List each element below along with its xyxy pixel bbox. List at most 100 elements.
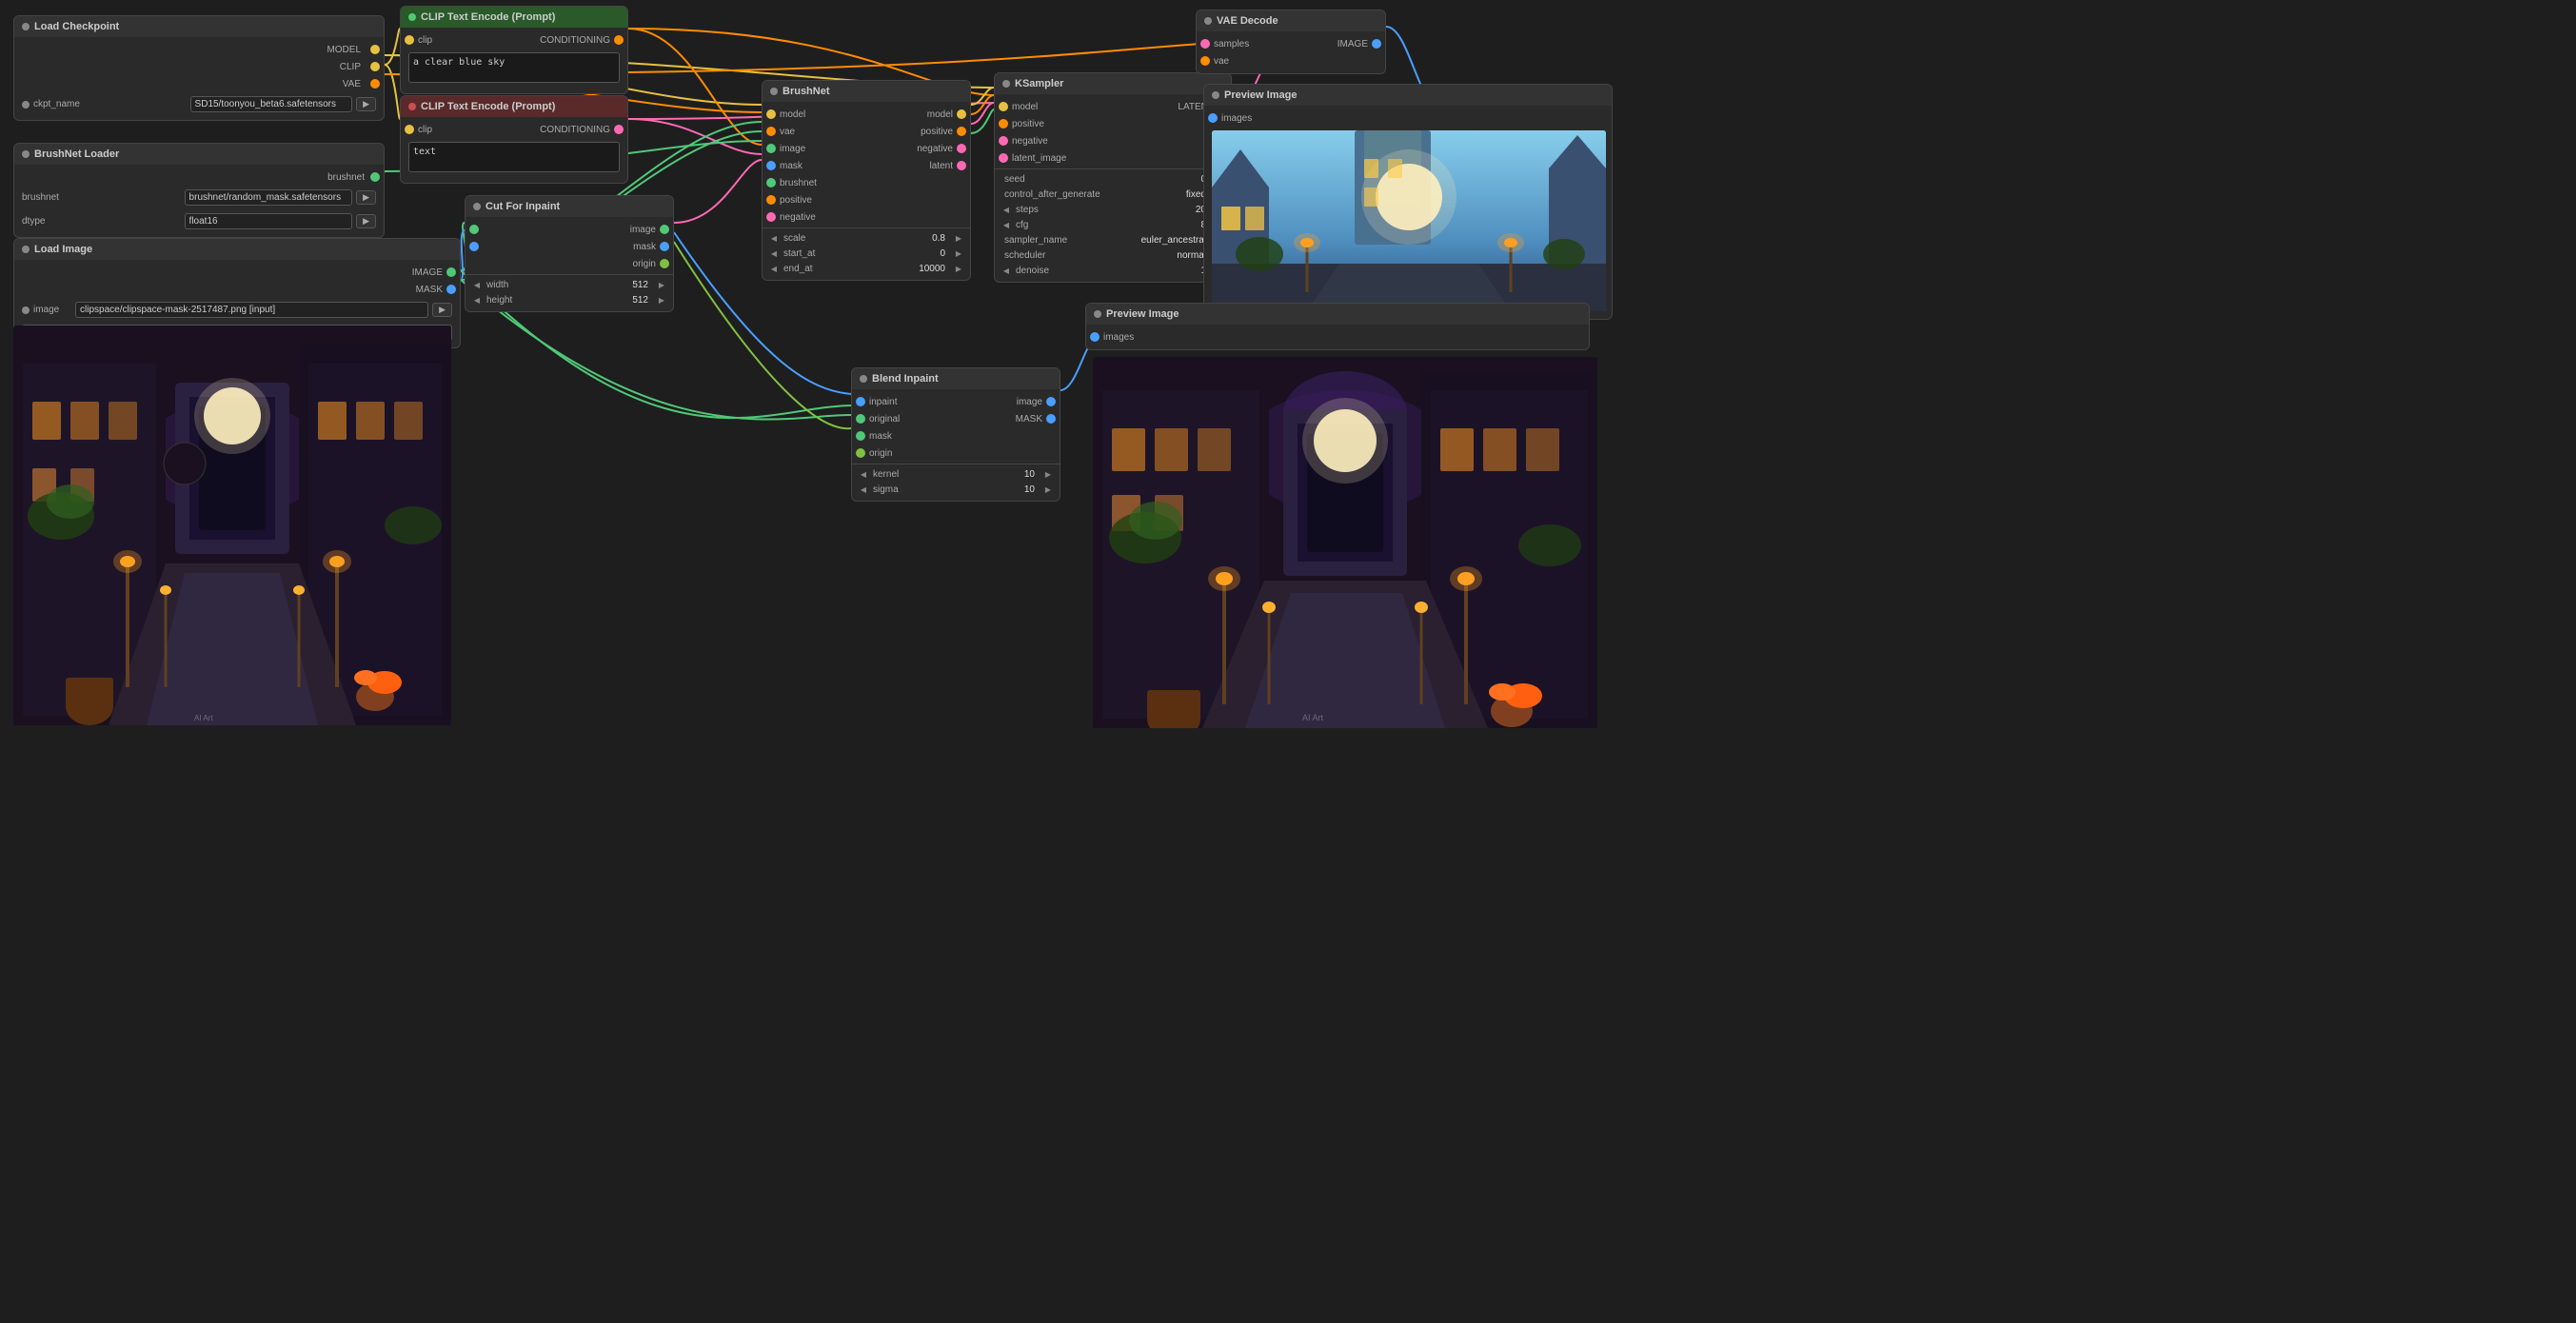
bn-negative-out-port[interactable] xyxy=(957,144,966,153)
clip-encode-2-cond-label: CONDITIONING xyxy=(540,125,610,135)
vd-vae-in-port[interactable] xyxy=(1200,56,1210,66)
bn-scale-row: ◀ scale 0.8 ▶ xyxy=(763,230,970,246)
ckpt-port[interactable] xyxy=(22,101,30,109)
model-output-port[interactable] xyxy=(370,45,380,54)
mask-output-label: MASK xyxy=(416,285,443,295)
ks-sampler-label: sampler_name xyxy=(1001,235,1101,246)
bi-image-out-port[interactable] xyxy=(1046,397,1056,406)
image-browse-btn[interactable]: ▶ xyxy=(432,303,452,317)
ks-latent-in-port[interactable] xyxy=(999,153,1008,163)
brushnet-output-port[interactable] xyxy=(370,172,380,182)
ks-positive-in-port[interactable] xyxy=(999,119,1008,128)
bn-brushnet-in-port[interactable] xyxy=(766,178,776,188)
vae-output-port[interactable] xyxy=(370,79,380,89)
bn-model-out-port[interactable] xyxy=(957,109,966,119)
ks-model-in-port[interactable] xyxy=(999,102,1008,111)
ks-model-in-label: model xyxy=(1012,102,1038,112)
start-left-arrow[interactable]: ◀ xyxy=(768,247,780,259)
ckpt-browse-btn[interactable]: ▶ xyxy=(356,97,376,111)
sigma-left-arrow[interactable]: ◀ xyxy=(858,484,869,495)
brushnet-body: model model vae positive xyxy=(763,102,970,280)
mask-output-port[interactable] xyxy=(446,285,456,294)
end-right-arrow[interactable]: ▶ xyxy=(953,263,964,274)
ks-seed-row: seed 0 ▶ xyxy=(995,171,1231,187)
width-value: 512 xyxy=(567,280,652,290)
bn-positive-in-port[interactable] xyxy=(766,195,776,205)
bn-negative-in-port[interactable] xyxy=(766,212,776,222)
clip-encode-1-clip-port[interactable] xyxy=(405,35,414,45)
width-right-arrow[interactable]: ▶ xyxy=(656,279,667,290)
node-ksampler: KSampler model LATENT positive negative xyxy=(994,72,1232,283)
ckpt-label: ckpt_name xyxy=(33,99,187,109)
bn-positive-out-port[interactable] xyxy=(957,127,966,136)
clip-encode-2-text[interactable]: text xyxy=(408,142,620,172)
vd-vae-in-label: vae xyxy=(1214,56,1229,67)
model-output-label: MODEL xyxy=(321,45,367,55)
vae-decode-title: VAE Decode xyxy=(1217,15,1278,27)
height-right-arrow[interactable]: ▶ xyxy=(656,294,667,306)
pt-images-in-label: images xyxy=(1221,113,1252,124)
bn-vae-in-port[interactable] xyxy=(766,127,776,136)
sigma-label: sigma xyxy=(873,484,950,495)
width-left-arrow[interactable]: ◀ xyxy=(471,279,483,290)
bi-inpaint-in-label: inpaint xyxy=(869,397,897,407)
pb-images-in-port[interactable] xyxy=(1090,332,1100,342)
brushnet-browse-btn[interactable]: ▶ xyxy=(356,190,376,205)
ks-denoise-left-arrow[interactable]: ◀ xyxy=(1001,265,1012,276)
kernel-right-arrow[interactable]: ▶ xyxy=(1042,468,1054,480)
ci-image-in-port[interactable] xyxy=(469,225,479,234)
vd-image-out-port[interactable] xyxy=(1372,39,1381,49)
brushnet-field-input[interactable] xyxy=(185,189,353,206)
ckpt-value-input[interactable] xyxy=(190,96,353,112)
dtype-field-input[interactable] xyxy=(185,213,353,229)
ci-mask-in-port[interactable] xyxy=(469,242,479,251)
dtype-browse-btn[interactable]: ▶ xyxy=(356,214,376,228)
ks-cfg-left-arrow[interactable]: ◀ xyxy=(1001,219,1012,230)
image-file-port[interactable] xyxy=(22,306,30,314)
height-left-arrow[interactable]: ◀ xyxy=(471,294,483,306)
scale-left-arrow[interactable]: ◀ xyxy=(768,232,780,244)
ks-negative-in-port[interactable] xyxy=(999,136,1008,146)
scale-right-arrow[interactable]: ▶ xyxy=(953,232,964,244)
preview-bottom-image: AI Art xyxy=(1093,357,1597,728)
bi-image-out-label: image xyxy=(1017,397,1042,407)
bi-inpaint-in-port[interactable] xyxy=(856,397,865,406)
preview-bottom-header: Preview Image xyxy=(1086,304,1589,325)
brushnet-field-row: brushnet ▶ xyxy=(14,186,384,209)
ci-width-row: ◀ width 512 ▶ xyxy=(466,277,673,292)
bi-original-in-port[interactable] xyxy=(856,414,865,424)
clip-encode-1-text[interactable]: a clear blue sky xyxy=(408,52,620,83)
clip-output-port[interactable] xyxy=(370,62,380,71)
bi-mask-out-port[interactable] xyxy=(1046,414,1056,424)
blend-inpaint-body: inpaint image original MASK m xyxy=(852,389,1060,501)
clip-encode-2-cond-port[interactable] xyxy=(614,125,624,134)
ci-origin-out-label: origin xyxy=(633,259,656,269)
bn-image-in-port[interactable] xyxy=(766,144,776,153)
ci-origin-out-port[interactable] xyxy=(660,259,669,268)
bn-latent-out-port[interactable] xyxy=(957,161,966,170)
start-right-arrow[interactable]: ▶ xyxy=(953,247,964,259)
ks-negative-in-label: negative xyxy=(1012,136,1048,147)
image-path-input[interactable] xyxy=(75,302,428,318)
node-canvas: Load Checkpoint MODEL CLIP VAE ckpt_name… xyxy=(0,0,2576,1323)
ks-steps-left-arrow[interactable]: ◀ xyxy=(1001,204,1012,215)
vd-samples-in-label: samples xyxy=(1214,39,1249,49)
bn-mask-in-port[interactable] xyxy=(766,161,776,170)
kernel-left-arrow[interactable]: ◀ xyxy=(858,468,869,480)
ks-positive-in-label: positive xyxy=(1012,119,1044,129)
ks-seed-label: seed xyxy=(1001,174,1101,185)
ci-image-out-port[interactable] xyxy=(660,225,669,234)
clip-encode-2-clip-port[interactable] xyxy=(405,125,414,134)
pt-images-in-port[interactable] xyxy=(1208,113,1218,123)
bi-origin-in-port[interactable] xyxy=(856,448,865,458)
vd-samples-in-port[interactable] xyxy=(1200,39,1210,49)
ci-mask-out-port[interactable] xyxy=(660,242,669,251)
sigma-right-arrow[interactable]: ▶ xyxy=(1042,484,1054,495)
image-output-port[interactable] xyxy=(446,267,456,277)
end-at-label: end_at xyxy=(783,264,861,274)
clip-encode-1-cond-port[interactable] xyxy=(614,35,624,45)
bi-mask-in-port[interactable] xyxy=(856,431,865,441)
end-left-arrow[interactable]: ◀ xyxy=(768,263,780,274)
blend-inpaint-title: Blend Inpaint xyxy=(872,373,939,385)
bn-model-in-port[interactable] xyxy=(766,109,776,119)
